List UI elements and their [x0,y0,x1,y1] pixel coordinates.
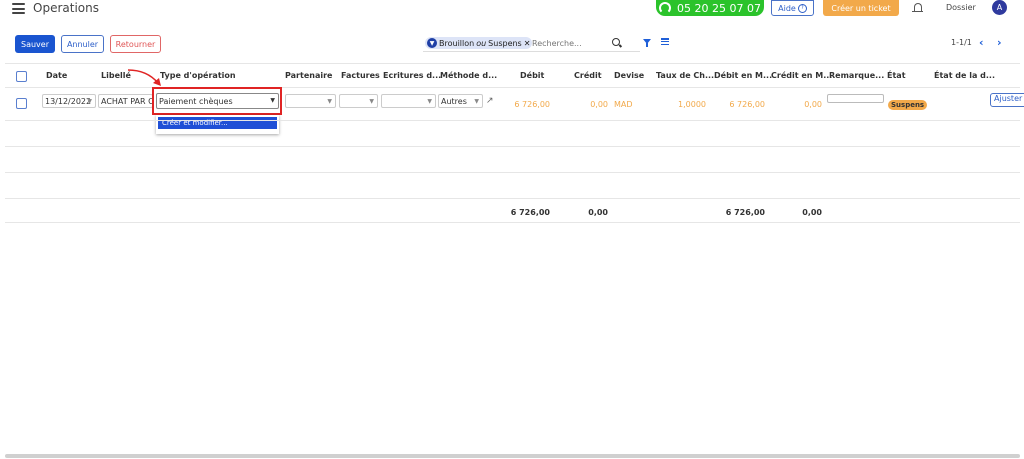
date-value: 13/12/2022 [45,96,92,106]
status-badge: Suspens [888,100,928,110]
avatar[interactable]: A [992,0,1007,15]
bell-icon[interactable] [912,3,923,13]
funnel-icon[interactable] [643,39,651,47]
divider [5,63,1020,64]
horizontal-scrollbar[interactable] [5,454,1020,458]
adjust-button[interactable]: Ajuster [990,93,1024,107]
invoices-select[interactable]: ▼ [339,94,378,108]
divider [5,146,1020,147]
phone-number: 05 20 25 07 07 [677,1,761,15]
column-header[interactable]: État [887,71,906,80]
remark-input[interactable] [827,94,884,103]
help-label: Aide [778,3,796,13]
highlight-annotation [152,87,282,115]
chevron-down-icon: ▼ [369,98,374,105]
libelle-value: ACHAT PAR CH [101,96,152,106]
column-header[interactable]: Partenaire [285,71,332,80]
partner-select[interactable]: ▼ [285,94,336,108]
help-button[interactable]: Aide ? [771,0,814,16]
dossier-menu[interactable]: Dossier [946,3,976,12]
filter-value-a: Brouillon [439,38,475,48]
column-header[interactable]: Débit en M... [714,71,772,80]
filter-or: ou [476,38,487,48]
headset-icon [659,2,671,14]
credit-m-value: 0,00 [804,100,822,109]
column-header[interactable]: Ecritures d... [383,71,441,80]
search-icon[interactable] [612,38,620,46]
phone-support-button[interactable]: 05 20 25 07 07 [656,0,764,16]
external-link-icon[interactable]: ↗ [486,96,494,106]
filter-value-b: Suspens [488,38,522,48]
filter-chip[interactable]: ▼ Brouillon ou Suspens ✕ [425,37,533,49]
pager[interactable]: 1-1/1 [951,38,972,47]
select-all-checkbox[interactable] [16,71,27,82]
total-credit: 0,00 [588,208,608,217]
create-and-edit-option[interactable]: Créer et modifier... [158,117,277,129]
method-value: Autres [441,96,467,106]
chevron-left-icon[interactable]: ‹ [979,36,984,49]
hamburger-menu-icon[interactable] [12,3,25,14]
divider [5,198,1020,199]
column-header[interactable]: Type d'opération [160,71,236,80]
list-view-icon[interactable] [661,38,669,45]
chevron-down-icon: ▼ [427,98,432,105]
total-credit-m: 0,00 [802,208,822,217]
column-header[interactable]: Crédit en M... [771,71,832,80]
libelle-field[interactable]: ACHAT PAR CH [98,94,153,108]
debit-value: 6 726,00 [514,100,550,109]
save-button[interactable]: Sauver [15,35,55,53]
column-header[interactable]: Débit [520,71,544,80]
column-header[interactable]: Factures [341,71,380,80]
entries-select[interactable]: ▼ [381,94,436,108]
page-title: Operations [33,1,99,15]
chevron-down-icon: ▼ [87,98,92,105]
column-header[interactable]: Devise [614,71,644,80]
chevron-right-icon[interactable]: › [997,36,1002,49]
date-field[interactable]: 13/12/2022 ▼ [42,94,96,108]
credit-value: 0,00 [590,100,608,109]
currency-value: MAD [614,100,633,109]
row-checkbox[interactable] [16,98,27,109]
total-debit-m: 6 726,00 [725,208,765,217]
create-ticket-button[interactable]: Créer un ticket [823,0,899,16]
chevron-down-icon: ▼ [474,98,479,105]
column-header[interactable]: Méthode d... [440,71,497,80]
debit-m-value: 6 726,00 [729,100,765,109]
method-select[interactable]: Autres ▼ [438,94,483,108]
column-header[interactable]: Taux de Ch... [656,71,714,80]
column-header[interactable]: État de la d... [934,71,995,80]
total-debit: 6 726,00 [510,208,550,217]
column-header[interactable]: Crédit [574,71,602,80]
column-header[interactable]: Remarque... [829,71,884,80]
search-input[interactable] [532,36,602,50]
divider [5,120,1020,121]
divider [5,222,1020,223]
filter-icon: ▼ [427,38,437,48]
rate-value: 1,0000 [678,100,706,109]
close-icon[interactable]: ✕ [524,39,531,48]
column-header[interactable]: Date [46,71,67,80]
question-icon: ? [797,3,807,13]
divider [5,172,1020,173]
chevron-down-icon: ▼ [327,98,332,105]
return-button[interactable]: Retourner [110,35,161,53]
cancel-button[interactable]: Annuler [61,35,104,53]
